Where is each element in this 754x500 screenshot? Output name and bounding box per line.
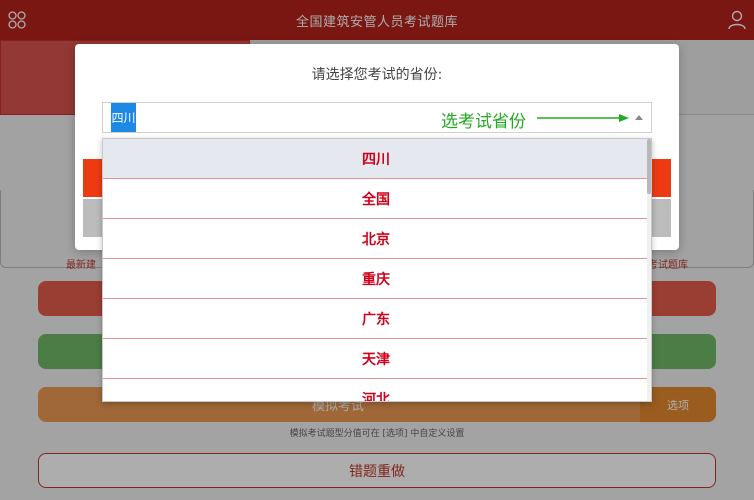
dropdown-option[interactable]: 全国 bbox=[103, 179, 649, 219]
province-list: 四川 全国 北京 重庆 广东 天津 河北 bbox=[103, 139, 649, 401]
dropdown-option[interactable]: 广东 bbox=[103, 299, 649, 339]
dialog-cancel-button-edge-right[interactable] bbox=[651, 199, 671, 237]
dialog-confirm-button-edge[interactable] bbox=[83, 159, 103, 197]
province-dropdown: 四川 全国 北京 重庆 广东 天津 河北 bbox=[102, 138, 652, 402]
caret-up-icon[interactable] bbox=[635, 115, 643, 120]
scrollbar-thumb[interactable] bbox=[647, 139, 651, 194]
annotation-label: 选考试省份 bbox=[441, 112, 526, 132]
dialog-title: 请选择您考试的省份: bbox=[311, 67, 443, 83]
dropdown-option[interactable]: 河北 bbox=[103, 379, 649, 401]
dropdown-option[interactable]: 北京 bbox=[103, 219, 649, 259]
dropdown-option[interactable]: 四川 bbox=[103, 139, 649, 179]
dialog-cancel-button-edge[interactable] bbox=[83, 199, 103, 237]
province-select-value: 四川 bbox=[111, 103, 136, 132]
arrow-right-icon bbox=[537, 114, 629, 122]
dropdown-option[interactable]: 天津 bbox=[103, 339, 649, 379]
dialog-confirm-button-edge-right[interactable] bbox=[651, 159, 671, 197]
dropdown-option[interactable]: 重庆 bbox=[103, 259, 649, 299]
